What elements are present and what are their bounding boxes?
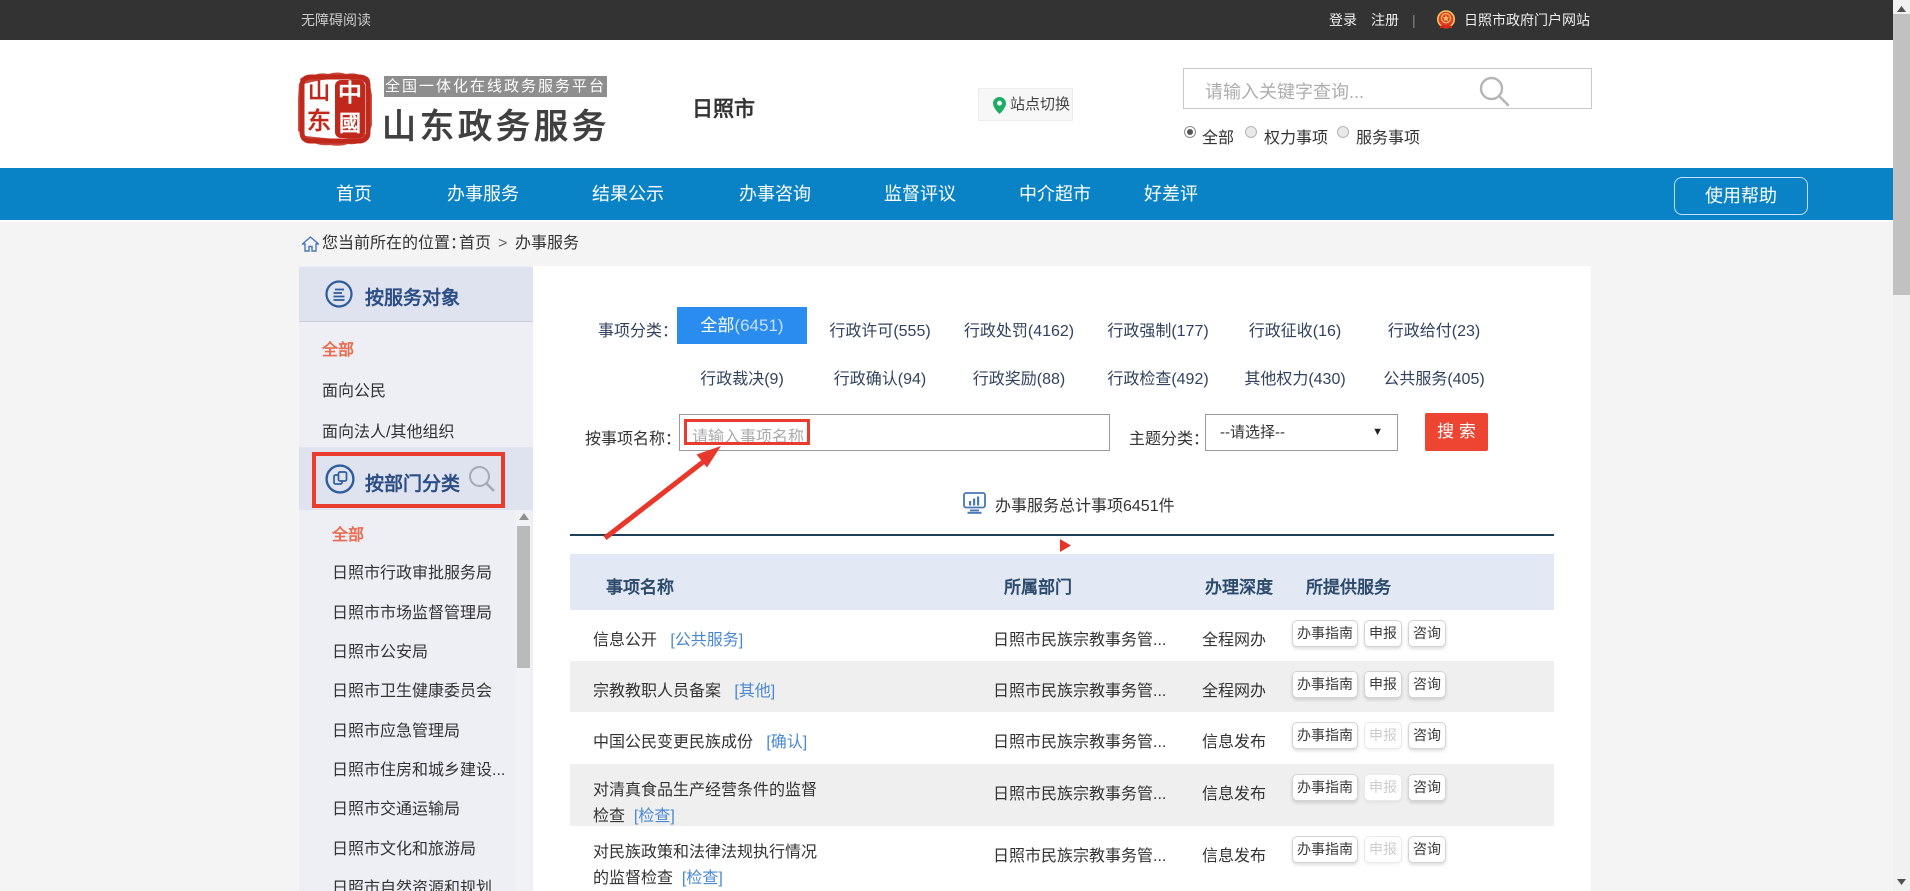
svg-text:山: 山 — [308, 79, 330, 104]
svg-text:國: 國 — [339, 111, 361, 136]
svg-text:中: 中 — [338, 80, 362, 107]
svg-text:东: 东 — [307, 107, 331, 135]
